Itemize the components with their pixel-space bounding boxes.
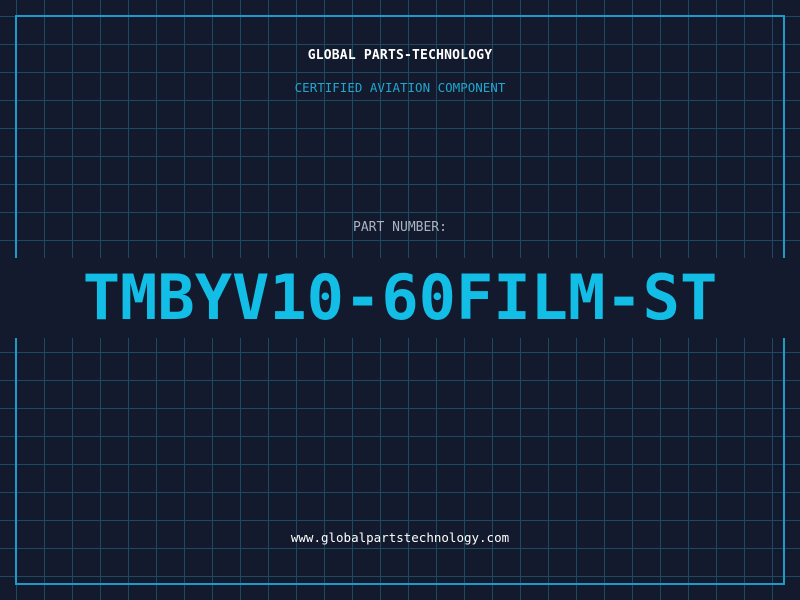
- part-number-label: PART NUMBER:: [353, 220, 447, 235]
- part-number-value: TMBYV10-60FILM-ST: [82, 261, 718, 334]
- company-name: GLOBAL PARTS-TECHNOLOGY: [307, 48, 493, 63]
- website-link[interactable]: www.globalpartstechnology.com: [0, 530, 800, 545]
- certification-tagline: CERTIFIED AVIATION COMPONENT: [294, 80, 506, 95]
